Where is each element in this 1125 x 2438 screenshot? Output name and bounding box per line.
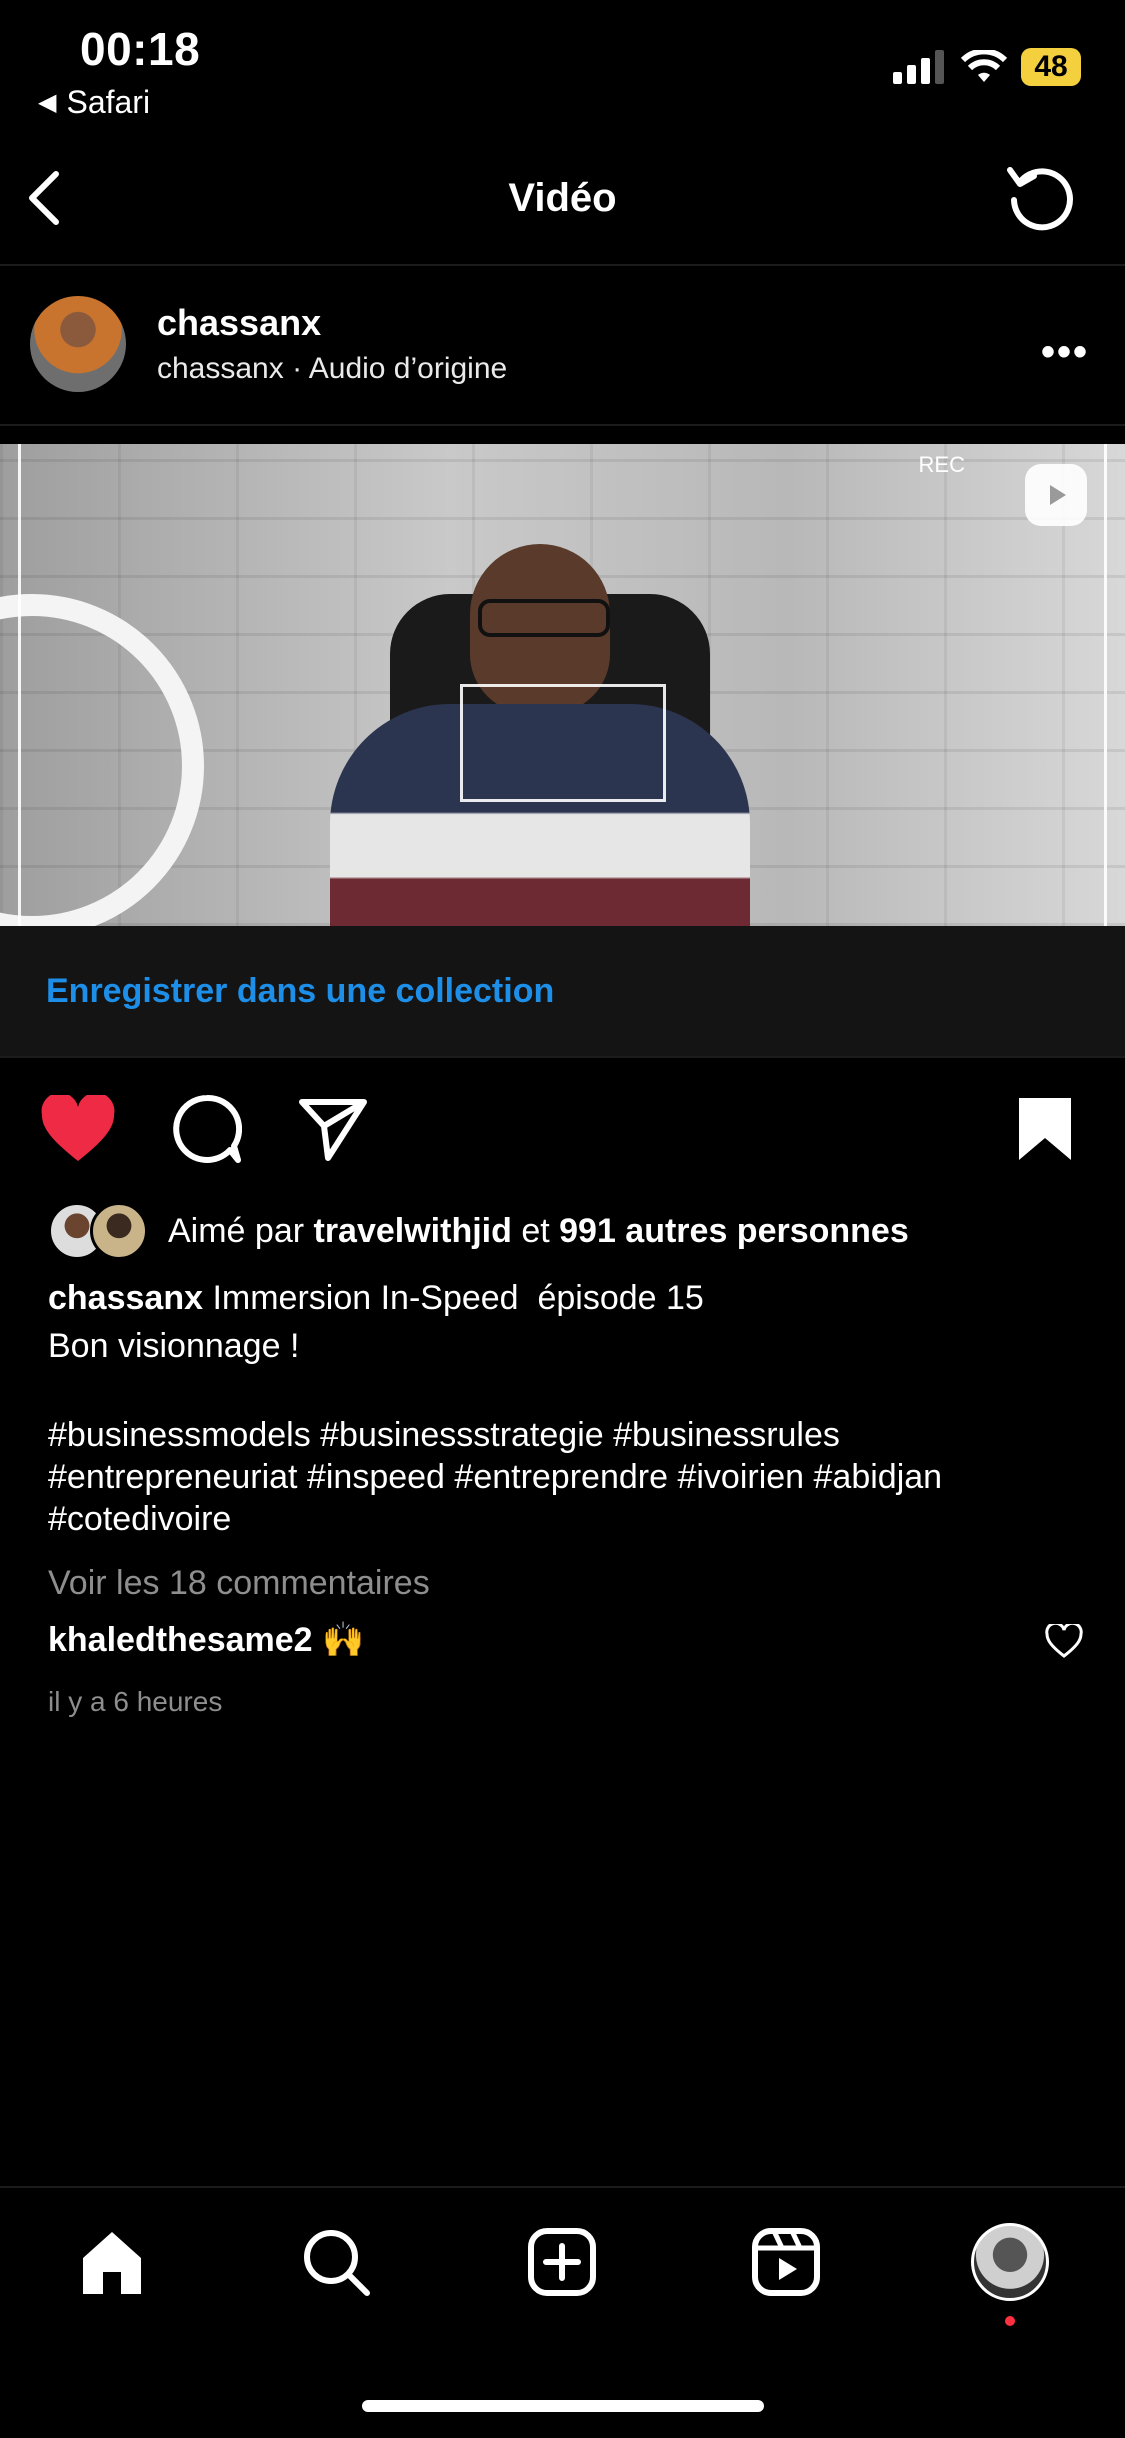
- caption-author[interactable]: chassanx: [48, 1279, 203, 1317]
- likes-middle: et: [511, 1211, 560, 1250]
- caption-hashtags[interactable]: #businessmodels #businessstrategie #busi…: [48, 1414, 1088, 1540]
- view-comments-link[interactable]: Voir les 18 commentaires: [48, 1564, 430, 1603]
- back-to-app-link[interactable]: ◀ Safari: [38, 84, 150, 121]
- refresh-icon[interactable]: [1004, 160, 1076, 232]
- post-timestamp: il y a 6 heures: [48, 1686, 223, 1717]
- likes-prefix: Aimé par: [168, 1211, 314, 1250]
- caption-text-line2: Bon visionnage !: [48, 1327, 300, 1365]
- heart-filled-icon[interactable]: [40, 1095, 116, 1163]
- status-time: 00:18: [80, 23, 201, 75]
- comment-icon[interactable]: [172, 1094, 242, 1164]
- create-icon[interactable]: [522, 2222, 602, 2302]
- comment-username[interactable]: khaledthesame2: [48, 1621, 313, 1659]
- back-app-label: Safari: [66, 84, 151, 120]
- divider: [0, 424, 1125, 426]
- battery-indicator: 48: [1021, 48, 1081, 86]
- caption-text-line1: Immersion In-Speed épisode 15: [203, 1279, 704, 1317]
- liker-avatar: [90, 1202, 148, 1260]
- post-username[interactable]: chassanx: [157, 302, 321, 344]
- likes-count[interactable]: 991 autres personnes: [559, 1212, 909, 1251]
- top-comment: khaledthesame2 🙌: [48, 1620, 364, 1660]
- profile-avatar: [971, 2223, 1049, 2301]
- cellular-signal-icon: [893, 50, 944, 84]
- video-player[interactable]: REC: [0, 444, 1125, 926]
- status-icons: 48: [893, 48, 1081, 86]
- bookmark-filled-icon[interactable]: [1015, 1096, 1075, 1162]
- likes-summary[interactable]: Aimé par travelwithjid et 991 autres per…: [48, 1202, 909, 1260]
- rec-label: REC: [918, 452, 965, 477]
- comment-text: 🙌: [312, 1621, 365, 1659]
- divider: [0, 264, 1125, 266]
- post-caption: chassanx Immersion In-Speed épisode 15 B…: [48, 1274, 1088, 1370]
- profile-tab[interactable]: [970, 2222, 1050, 2302]
- share-send-icon[interactable]: [298, 1096, 368, 1162]
- wifi-icon: [961, 50, 1007, 82]
- divider: [0, 1056, 1125, 1058]
- reels-icon[interactable]: [746, 2222, 826, 2302]
- home-indicator[interactable]: [362, 2400, 764, 2412]
- save-to-collection-link[interactable]: Enregistrer dans une collection: [46, 972, 554, 1011]
- more-options-icon[interactable]: •••: [1041, 330, 1089, 375]
- focus-bracket-overlay: [460, 684, 666, 802]
- glasses-image: [478, 599, 610, 637]
- home-icon[interactable]: [72, 2222, 152, 2302]
- back-triangle-icon: ◀: [38, 89, 57, 116]
- search-icon[interactable]: [296, 2222, 376, 2302]
- audio-line[interactable]: chassanx · Audio d’origine: [157, 352, 507, 386]
- author-avatar[interactable]: [30, 296, 126, 392]
- page-title: Vidéo: [508, 176, 617, 220]
- notification-dot: [1005, 2316, 1015, 2326]
- camera-frame-overlay: [18, 444, 361, 926]
- post-actions: [40, 1094, 368, 1164]
- comment-like-heart-icon[interactable]: [1045, 1624, 1083, 1658]
- reels-badge-icon: [1025, 464, 1087, 526]
- liker-username[interactable]: travelwithjid: [314, 1212, 512, 1251]
